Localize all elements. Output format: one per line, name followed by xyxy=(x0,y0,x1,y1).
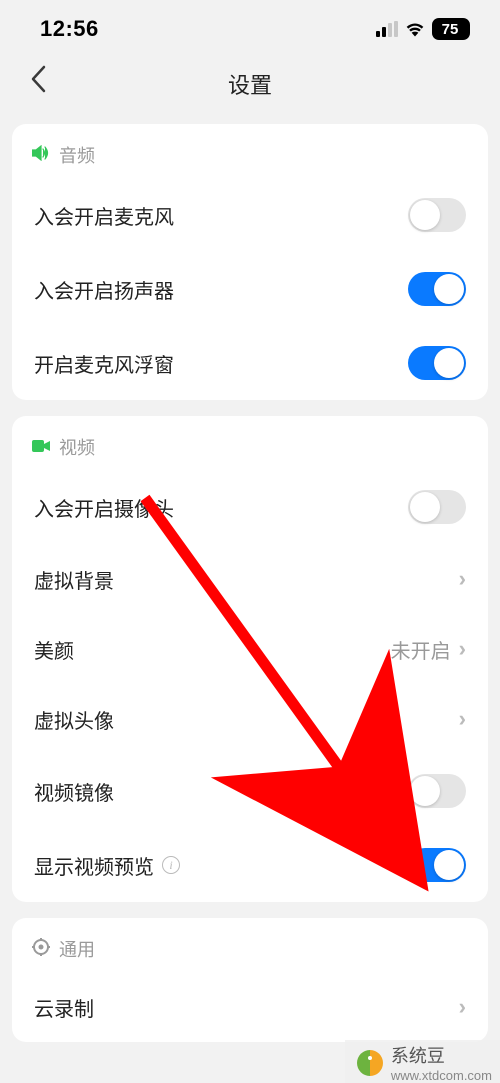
row-label: 入会开启摄像头 xyxy=(34,493,174,522)
toggle-mic-float[interactable] xyxy=(408,346,466,380)
section-header-label: 通用 xyxy=(59,936,95,962)
row-video-mirror: 视频镜像 xyxy=(12,754,488,828)
row-label: 开启麦克风浮窗 xyxy=(34,349,174,378)
row-label: 美颜 xyxy=(34,635,74,664)
chevron-right-icon: › xyxy=(459,636,466,662)
section-header-label: 音频 xyxy=(59,142,95,168)
row-label: 虚拟背景 xyxy=(34,565,114,594)
info-icon[interactable]: i xyxy=(162,856,180,874)
chevron-right-icon: › xyxy=(459,566,466,592)
chevron-right-icon: › xyxy=(459,706,466,732)
row-camera-on-join: 入会开启摄像头 xyxy=(12,470,488,544)
chevron-right-icon: › xyxy=(459,994,466,1020)
watermark-logo-icon xyxy=(355,1048,385,1078)
row-cloud-record[interactable]: 云录制 › xyxy=(12,972,488,1042)
toggle-mic-on-join[interactable] xyxy=(408,198,466,232)
back-button[interactable] xyxy=(30,65,46,104)
cellular-signal-icon xyxy=(376,21,398,37)
wifi-icon xyxy=(405,21,425,37)
status-bar: 12:56 75 xyxy=(0,0,500,56)
status-time: 12:56 xyxy=(40,16,99,42)
toggle-video-mirror[interactable] xyxy=(408,774,466,808)
status-indicators: 75 xyxy=(376,18,470,40)
speaker-icon xyxy=(32,145,50,166)
camera-icon xyxy=(32,437,50,458)
section-header-general: 通用 xyxy=(12,918,488,972)
row-value: 未开启 xyxy=(391,635,451,664)
toggle-show-preview[interactable] xyxy=(408,848,466,882)
row-label: 显示视频预览 i xyxy=(34,851,180,880)
row-virtual-bg[interactable]: 虚拟背景 › xyxy=(12,544,488,614)
nav-bar: 设置 xyxy=(0,56,500,112)
section-general: 通用 云录制 › xyxy=(12,918,488,1042)
toggle-speaker-on-join[interactable] xyxy=(408,272,466,306)
watermark-name: 系统豆 xyxy=(391,1042,492,1068)
row-speaker-on-join: 入会开启扬声器 xyxy=(12,252,488,326)
section-header-label: 视频 xyxy=(59,434,95,460)
row-show-preview: 显示视频预览 i xyxy=(12,828,488,902)
section-header-video: 视频 xyxy=(12,416,488,470)
battery-indicator: 75 xyxy=(432,18,470,40)
gear-icon xyxy=(32,938,50,961)
watermark: 系统豆 www.xtdcom.com xyxy=(345,1040,500,1083)
row-virtual-avatar[interactable]: 虚拟头像 › xyxy=(12,684,488,754)
page-title: 设置 xyxy=(228,68,272,100)
row-mic-on-join: 入会开启麦克风 xyxy=(12,178,488,252)
row-beauty[interactable]: 美颜 未开启 › xyxy=(12,614,488,684)
row-mic-float: 开启麦克风浮窗 xyxy=(12,326,488,400)
section-header-audio: 音频 xyxy=(12,124,488,178)
toggle-camera-on-join[interactable] xyxy=(408,490,466,524)
section-audio: 音频 入会开启麦克风 入会开启扬声器 开启麦克风浮窗 xyxy=(12,124,488,400)
row-label: 云录制 xyxy=(34,993,94,1022)
section-video: 视频 入会开启摄像头 虚拟背景 › 美颜 未开启 › 虚拟头像 › 视频镜像 显… xyxy=(12,416,488,902)
row-label: 虚拟头像 xyxy=(34,705,114,734)
watermark-url: www.xtdcom.com xyxy=(391,1068,492,1083)
row-label: 入会开启麦克风 xyxy=(34,201,174,230)
row-label: 视频镜像 xyxy=(34,777,114,806)
row-label: 入会开启扬声器 xyxy=(34,275,174,304)
